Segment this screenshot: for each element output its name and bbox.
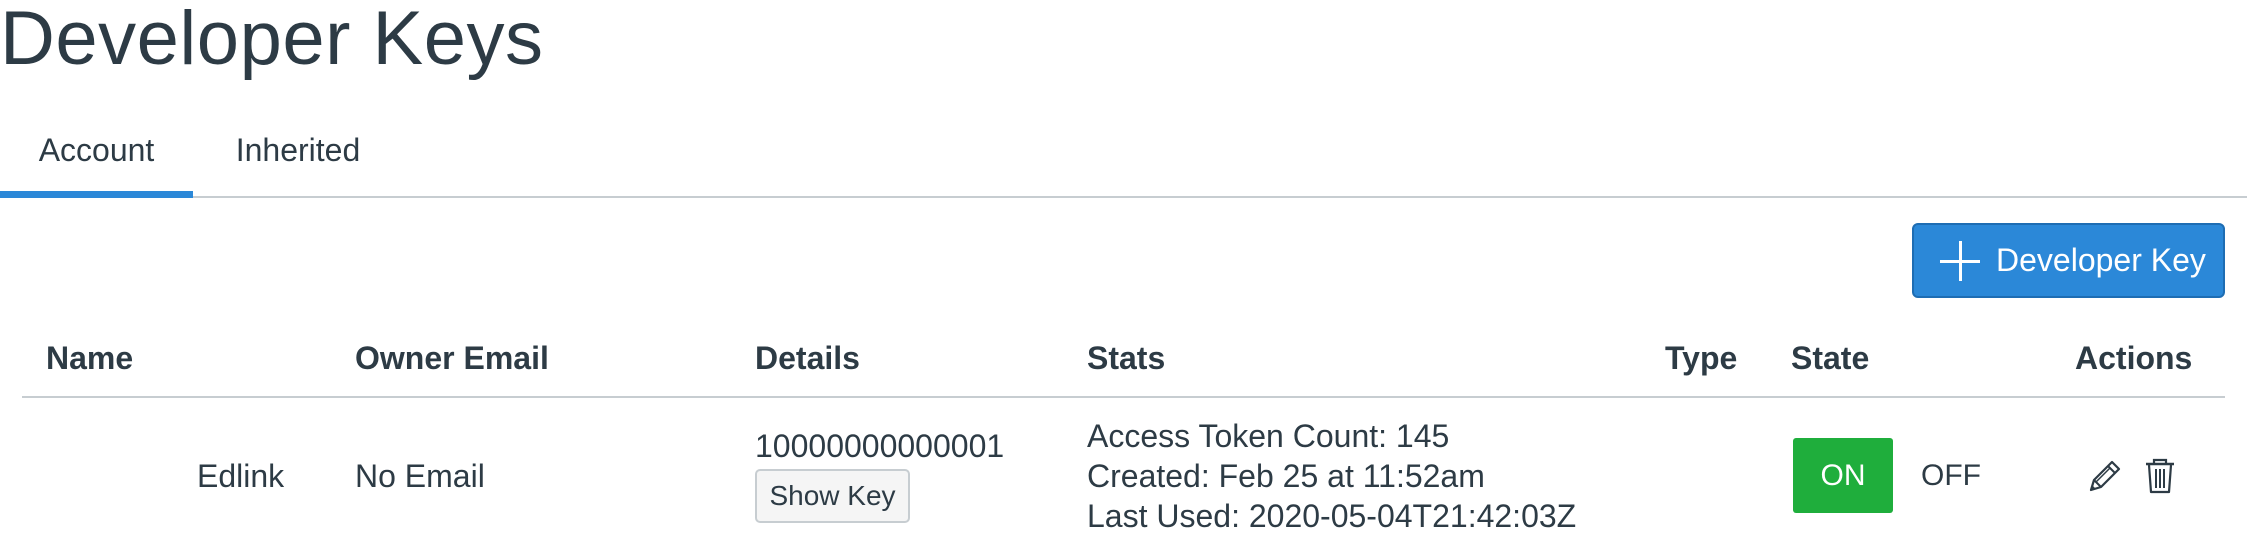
state-off-button[interactable]: OFF xyxy=(1921,438,2001,513)
column-header-name: Name xyxy=(46,340,134,376)
column-header-state: State xyxy=(1791,340,1870,376)
page-title: Developer Keys xyxy=(0,0,544,81)
tab-inherited[interactable]: Inherited xyxy=(193,120,403,196)
column-header-actions: Actions xyxy=(2075,340,2193,376)
key-name: Edlink xyxy=(197,458,285,494)
tab-bar: Account Inherited xyxy=(0,120,2247,198)
access-token-count: Access Token Count: 145 xyxy=(1087,418,1450,454)
last-used: Last Used: 2020-05-04T21:42:03Z xyxy=(1087,498,1577,534)
column-header-details: Details xyxy=(755,340,860,376)
plus-icon xyxy=(1938,239,1982,283)
developer-keys-page: Developer Keys Account Inherited Develop… xyxy=(0,0,2247,553)
column-header-stats: Stats xyxy=(1087,340,1166,376)
trash-icon[interactable] xyxy=(2140,456,2180,496)
owner-email: No Email xyxy=(355,458,485,494)
created-date: Created: Feb 25 at 11:52am xyxy=(1087,458,1485,494)
column-header-type: Type xyxy=(1665,340,1738,376)
state-on-button[interactable]: ON xyxy=(1793,438,1893,513)
column-header-owner-email: Owner Email xyxy=(355,340,549,376)
key-id: 10000000000001 xyxy=(755,428,1005,464)
tab-account[interactable]: Account xyxy=(0,120,193,198)
add-developer-key-label: Developer Key xyxy=(1996,242,2206,278)
pencil-icon[interactable] xyxy=(2085,456,2125,496)
table-row: Edlink No Email 10000000000001 Show Key … xyxy=(22,398,2225,553)
add-developer-key-button[interactable]: Developer Key xyxy=(1912,223,2225,298)
table-header: Name Owner Email Details Stats Type Stat… xyxy=(22,330,2225,398)
show-key-button[interactable]: Show Key xyxy=(755,469,910,523)
